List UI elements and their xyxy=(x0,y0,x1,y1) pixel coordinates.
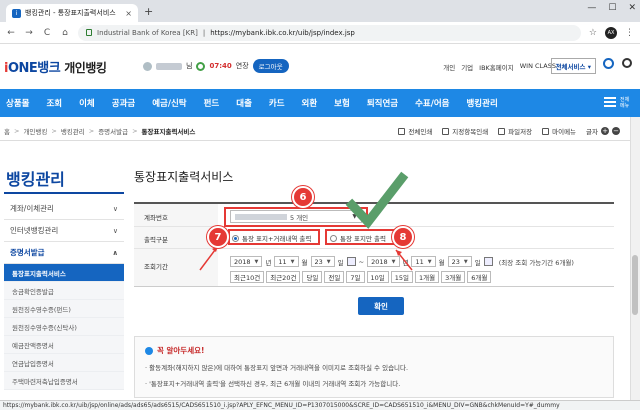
arrow-8-head xyxy=(396,250,402,256)
annotation-badge-7: 7 xyxy=(207,226,229,248)
check-mark-icon xyxy=(345,171,409,229)
annotation-overlay xyxy=(199,171,413,271)
annotation-badge-8: 8 xyxy=(392,226,414,248)
annotation-badge-6: 6 xyxy=(292,186,314,208)
